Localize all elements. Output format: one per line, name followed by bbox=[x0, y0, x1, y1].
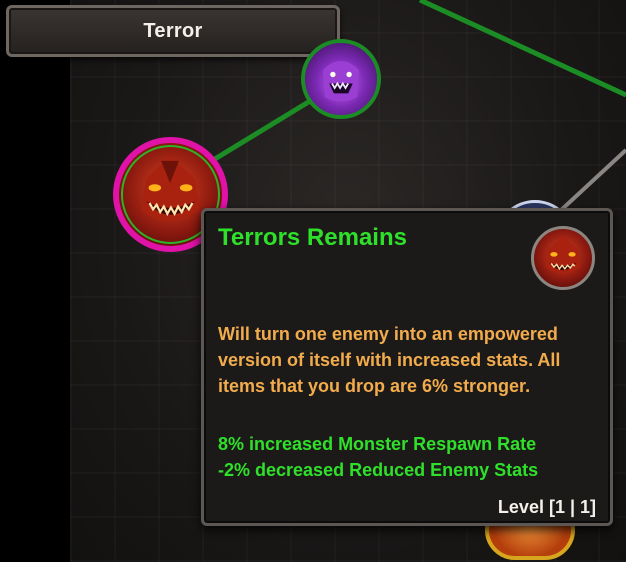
tooltip-level: Level [1 | 1] bbox=[497, 497, 596, 517]
terror-demon-icon bbox=[545, 236, 581, 274]
tooltip-skill-icon bbox=[531, 226, 595, 290]
purple-ghoul-icon bbox=[323, 61, 359, 102]
tooltip-title: Terrors Remains bbox=[218, 224, 407, 251]
tooltip-description: Will turn one enemy into an empowered ve… bbox=[218, 324, 561, 396]
tree-title: Terror bbox=[143, 20, 203, 42]
skill-tooltip: Terrors Remains Will turn one enemy into… bbox=[201, 208, 613, 526]
skill-node-purple[interactable] bbox=[301, 39, 381, 119]
tree-title-bar: Terror bbox=[6, 5, 340, 57]
tooltip-stat: -2% decreased Reduced Enemy Stats bbox=[218, 460, 539, 480]
tooltip-stat: 8% increased Monster Respawn Rate bbox=[218, 434, 537, 454]
link-top-right bbox=[418, 0, 626, 98]
